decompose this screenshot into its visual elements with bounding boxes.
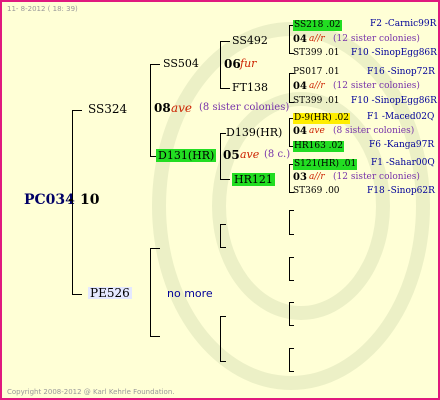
- connector: [72, 110, 82, 111]
- connector: [150, 336, 160, 337]
- connector: [289, 371, 294, 372]
- gen4-sisters[interactable]: (12 sister colonies): [333, 173, 420, 182]
- gen4-generation: 03: [293, 172, 307, 183]
- root-generation: 10: [80, 192, 100, 208]
- gen2-dam-sisters[interactable]: (8 c.): [264, 150, 290, 160]
- gen4-tag: a//r: [309, 34, 325, 44]
- gen4-colony-id[interactable]: PS017 .01: [293, 68, 340, 77]
- gen4-sisters[interactable]: (8 sister colonies): [333, 127, 414, 136]
- gen4-colony-id[interactable]: S121(HR) .01: [293, 159, 358, 170]
- gen4-sisters[interactable]: (12 sister colonies): [333, 35, 420, 44]
- gen3-b-id[interactable]: FT138: [232, 82, 268, 93]
- connector: [220, 316, 226, 317]
- connector: [289, 210, 294, 211]
- gen3-c-id[interactable]: D139(HR): [226, 127, 282, 138]
- gen2-dam-id[interactable]: D131(HR): [156, 149, 217, 162]
- connector: [220, 41, 230, 42]
- gen4-breeding-code: F2 -Carnic99R: [370, 19, 437, 29]
- connector: [220, 247, 226, 248]
- gen2-dam-generation: 05: [223, 148, 240, 162]
- gen3-d-id[interactable]: HR121: [232, 173, 275, 186]
- connector: [289, 302, 294, 303]
- no-more-ancestors: no more: [167, 287, 213, 300]
- connector: [289, 118, 290, 146]
- gen4-generation: 04: [293, 126, 307, 137]
- gen3-a-generation: 06: [224, 57, 241, 71]
- connector: [289, 234, 294, 235]
- copyright-text: Copyright 2008-2012 @ Karl Kehrle Founda…: [7, 388, 175, 396]
- connector: [220, 224, 226, 225]
- gen2-sire-generation: 08: [154, 101, 171, 115]
- gen4-colony-id[interactable]: HR163 .02: [293, 141, 344, 152]
- gen4-sisters[interactable]: (12 sister colonies): [333, 82, 420, 91]
- report-date: 11- 8-2012 ( 18: 39): [7, 5, 78, 13]
- connector: [150, 248, 151, 336]
- gen4-breeding-code: F1 -Sahar00Q: [371, 158, 435, 168]
- connector: [289, 348, 290, 371]
- connector: [150, 64, 151, 156]
- connector: [220, 133, 221, 179]
- gen4-breeding-code: F10 -SinopEgg86R: [351, 48, 437, 58]
- connector: [289, 302, 290, 325]
- connector: [150, 248, 160, 249]
- connector: [220, 224, 221, 247]
- connector: [289, 164, 290, 192]
- gen4-tag: ave: [309, 126, 325, 136]
- connector: [220, 316, 221, 361]
- connector: [220, 179, 230, 180]
- gen4-breeding-code: F10 -SinopEgg86R: [351, 96, 437, 106]
- gen4-breeding-code: F16 -Sinop72R: [367, 67, 435, 77]
- gen4-colony-id[interactable]: ST399 .01: [293, 49, 340, 58]
- gen2-sire-tag: ave: [171, 101, 193, 115]
- gen4-breeding-code: F6 -Kanga97R: [369, 140, 435, 150]
- connector: [289, 25, 290, 53]
- dam-colony-id[interactable]: PE526: [88, 287, 132, 299]
- connector: [289, 325, 294, 326]
- connector: [289, 257, 290, 280]
- gen3-a-id[interactable]: SS492: [232, 35, 268, 46]
- gen3-a-tag: fur: [240, 57, 257, 70]
- gen2-sire-sisters[interactable]: (8 sister colonies): [199, 103, 289, 113]
- sire-colony-id[interactable]: SS324: [88, 103, 127, 115]
- connector: [72, 294, 82, 295]
- connector: [289, 280, 294, 281]
- gen2-dam-tag: ave: [240, 148, 260, 161]
- gen4-colony-id[interactable]: D-9(HR) .02: [293, 113, 350, 124]
- gen4-breeding-code: F18 -Sinop62R: [367, 186, 435, 196]
- connector: [289, 73, 290, 102]
- gen2-sire-id[interactable]: SS504: [163, 58, 199, 69]
- pedigree-panel: 11- 8-2012 ( 18: 39) Copyright 2008-2012…: [0, 0, 440, 400]
- gen4-colony-id[interactable]: ST369 .00: [293, 187, 340, 196]
- gen4-tag: a//r: [309, 81, 325, 91]
- connector: [289, 348, 294, 349]
- gen4-colony-id[interactable]: ST399 .01: [293, 97, 340, 106]
- gen4-breeding-code: F1 -Maced02Q: [367, 112, 435, 122]
- gen4-generation: 04: [293, 81, 307, 92]
- connector: [289, 257, 294, 258]
- connector: [220, 88, 230, 89]
- gen4-tag: a//r: [309, 172, 325, 182]
- connector: [150, 64, 160, 65]
- connector: [220, 41, 221, 88]
- connector: [72, 110, 73, 294]
- gen4-generation: 04: [293, 34, 307, 45]
- connector: [220, 361, 226, 362]
- connector: [289, 210, 290, 234]
- gen4-colony-id[interactable]: SS218 .02: [293, 20, 342, 31]
